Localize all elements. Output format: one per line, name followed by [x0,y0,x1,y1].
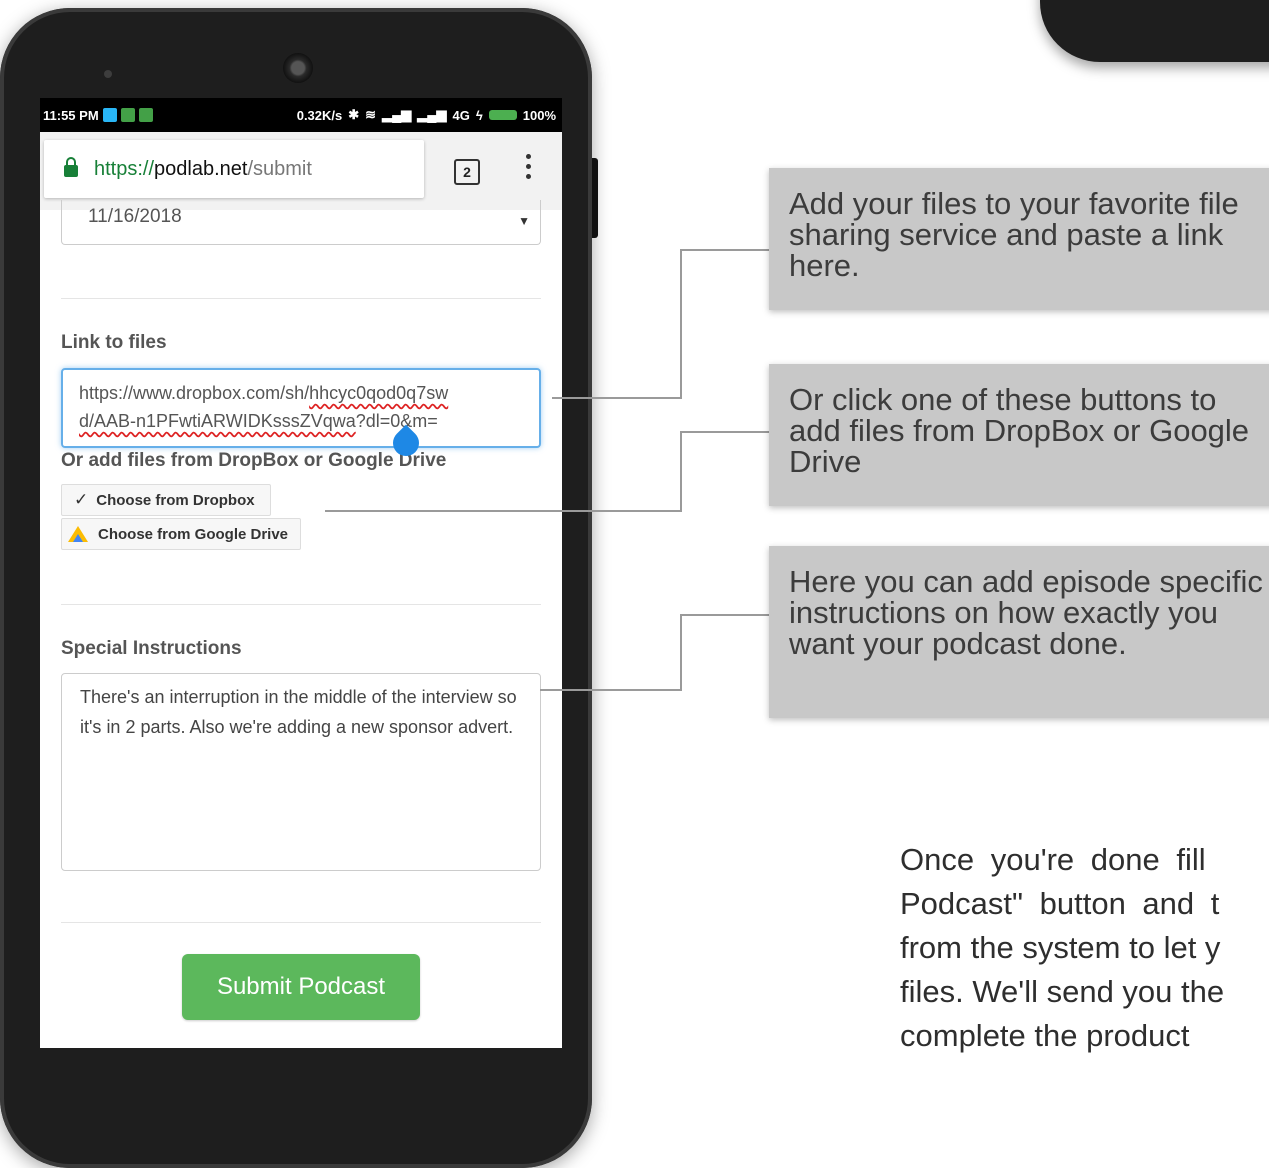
paragraph-line: Podcast" button and t [900,886,1220,921]
instructions-paragraph: Once you're done fill Podcast" button an… [900,838,1269,1058]
paragraph-line: from the system to let y [900,930,1221,965]
callout-buttons-tip: Or click one of these buttons to add fil… [769,364,1269,506]
callout-instructions-tip: Here you can add episode specific instru… [769,546,1269,718]
paragraph-line: Once you're done fill [900,842,1206,877]
callout-link-tip: Add your files to your favorite file sha… [769,168,1269,310]
callout-link-tip-text: Add your files to your favorite file sha… [789,186,1239,283]
paragraph-line: complete the product [900,1018,1190,1053]
callout-instructions-tip-text: Here you can add episode specific instru… [789,564,1263,661]
callout-buttons-tip-text: Or click one of these buttons to add fil… [789,382,1250,479]
paragraph-line: files. We'll send you the [900,974,1225,1009]
